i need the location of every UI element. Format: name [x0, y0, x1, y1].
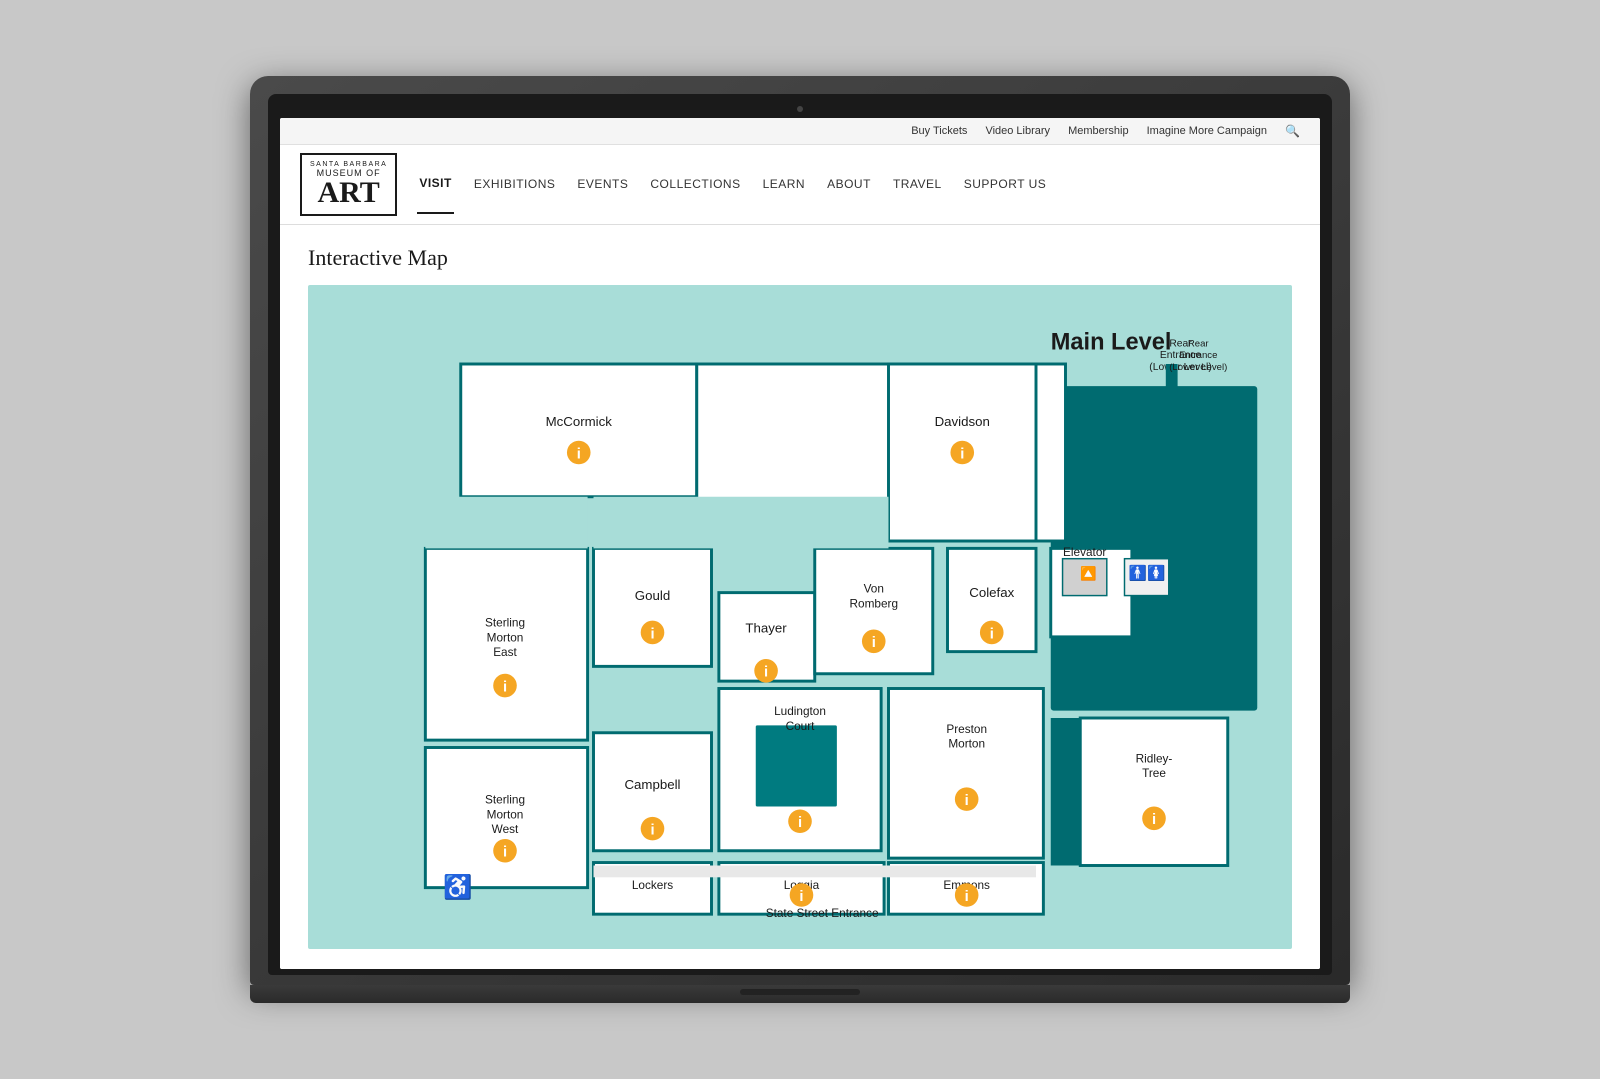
svg-text:Ludington: Ludington: [774, 704, 826, 718]
svg-text:i: i: [965, 889, 969, 905]
svg-text:Elevator: Elevator: [1063, 545, 1106, 559]
screen-bezel: Buy Tickets Video Library Membership Ima…: [268, 94, 1332, 976]
svg-text:🚹🚺: 🚹🚺: [1129, 564, 1166, 582]
nav-learn[interactable]: LEARN: [761, 155, 808, 213]
svg-text:i: i: [650, 626, 654, 642]
nav-visit[interactable]: VISIT: [417, 154, 454, 214]
map-container: Main Level Rear Entrance (Lower Level): [308, 285, 1292, 950]
svg-text:i: i: [872, 635, 876, 651]
svg-text:Tree: Tree: [1142, 766, 1166, 780]
svg-text:State Street Entrance: State Street Entrance: [766, 906, 879, 920]
screen: Buy Tickets Video Library Membership Ima…: [280, 118, 1320, 970]
laptop-base: [250, 985, 1350, 1003]
svg-text:Romberg: Romberg: [849, 596, 898, 610]
svg-text:East: East: [493, 645, 517, 659]
header: SANTA BARBARA MUSEUM OF ART VISIT EXHIBI…: [280, 145, 1320, 225]
membership-link[interactable]: Membership: [1068, 125, 1129, 137]
svg-text:Rear: Rear: [1188, 338, 1210, 349]
svg-text:i: i: [799, 889, 803, 905]
nav-events[interactable]: EVENTS: [575, 155, 630, 213]
svg-text:i: i: [503, 844, 507, 860]
logo-top-text: SANTA BARBARA: [310, 161, 387, 168]
svg-text:Thayer: Thayer: [745, 620, 787, 635]
svg-text:🔼: 🔼: [1080, 565, 1097, 581]
page-title: Interactive Map: [308, 245, 1292, 271]
svg-text:Court: Court: [786, 719, 816, 733]
nav-exhibitions[interactable]: EXHIBITIONS: [472, 155, 558, 213]
svg-text:♿: ♿: [443, 873, 472, 901]
svg-text:Von: Von: [864, 581, 884, 595]
svg-text:Morton: Morton: [487, 807, 524, 821]
svg-text:i: i: [650, 822, 654, 838]
svg-text:Morton: Morton: [487, 630, 524, 644]
svg-text:i: i: [965, 793, 969, 809]
svg-text:Sterling: Sterling: [485, 615, 525, 629]
svg-text:Davidson: Davidson: [935, 414, 990, 429]
nav-support[interactable]: SUPPORT US: [962, 155, 1049, 213]
svg-text:i: i: [798, 815, 802, 831]
nav-travel[interactable]: TRAVEL: [891, 155, 944, 213]
top-bar: Buy Tickets Video Library Membership Ima…: [280, 118, 1320, 145]
video-library-link[interactable]: Video Library: [985, 125, 1050, 137]
interactive-map-svg: Main Level Rear Entrance (Lower Level): [328, 305, 1272, 925]
camera-dot: [797, 106, 803, 112]
imagine-more-link[interactable]: Imagine More Campaign: [1147, 125, 1267, 137]
svg-text:Preston: Preston: [946, 722, 987, 736]
svg-text:Morton: Morton: [948, 736, 985, 750]
svg-text:i: i: [764, 664, 768, 680]
logo[interactable]: SANTA BARBARA MUSEUM OF ART: [300, 153, 397, 216]
svg-text:i: i: [990, 626, 994, 642]
buy-tickets-link[interactable]: Buy Tickets: [911, 125, 967, 137]
svg-text:Sterling: Sterling: [485, 792, 525, 806]
svg-text:i: i: [1152, 812, 1156, 828]
main-level-label: Main Level: [1051, 329, 1172, 355]
logo-art-text: ART: [310, 178, 387, 208]
nav-about[interactable]: ABOUT: [825, 155, 873, 213]
main-nav: VISIT EXHIBITIONS EVENTS COLLECTIONS LEA…: [417, 154, 1048, 214]
svg-text:Entrance: Entrance: [1179, 350, 1217, 361]
svg-text:Ridley-: Ridley-: [1136, 751, 1173, 765]
svg-text:Campbell: Campbell: [624, 777, 680, 792]
laptop-lid: Buy Tickets Video Library Membership Ima…: [250, 76, 1350, 986]
nav-collections[interactable]: COLLECTIONS: [648, 155, 742, 213]
svg-text:i: i: [960, 446, 964, 462]
svg-text:Gould: Gould: [635, 588, 670, 603]
website: Buy Tickets Video Library Membership Ima…: [280, 118, 1320, 970]
svg-text:(Lower Level): (Lower Level): [1169, 362, 1227, 373]
svg-text:i: i: [503, 679, 507, 695]
svg-text:Colefax: Colefax: [969, 585, 1014, 600]
search-icon[interactable]: 🔍: [1285, 124, 1300, 138]
page-content: Interactive Map Main Level Rear Entranc: [280, 225, 1320, 970]
svg-text:McCormick: McCormick: [546, 414, 613, 429]
svg-text:i: i: [577, 446, 581, 462]
laptop-container: Buy Tickets Video Library Membership Ima…: [250, 76, 1350, 1004]
svg-text:Lockers: Lockers: [632, 878, 673, 892]
svg-text:West: West: [492, 822, 519, 836]
